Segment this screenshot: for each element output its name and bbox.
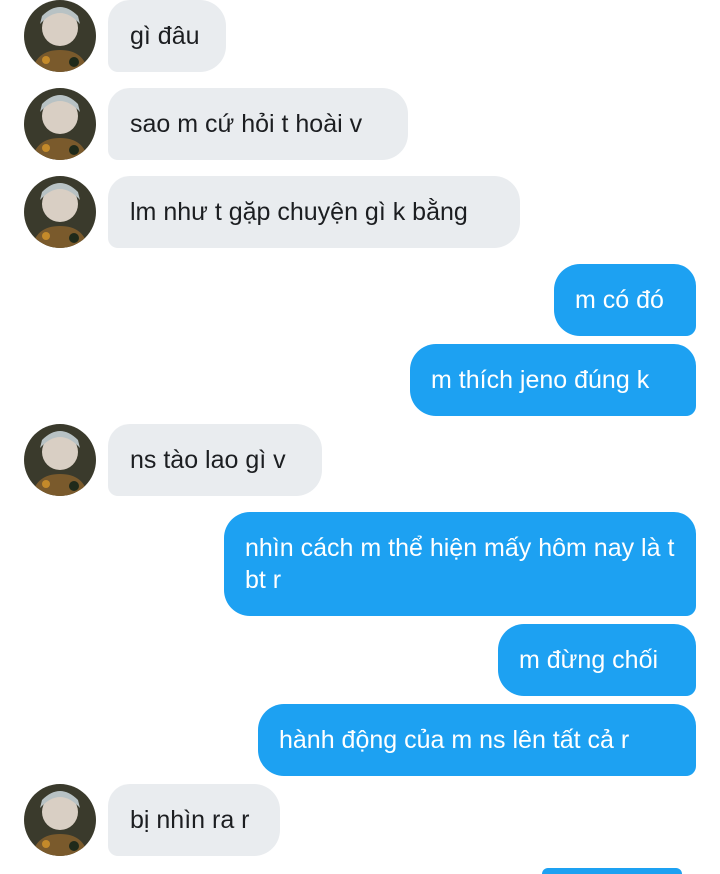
contact-avatar-icon[interactable] <box>24 0 96 72</box>
message-bubble-incoming[interactable]: bị nhìn ra r <box>108 784 280 856</box>
message-bubble-incoming[interactable]: gì đâu <box>108 0 226 72</box>
message-text: ns tào lao gì v <box>130 446 286 474</box>
contact-avatar-icon[interactable] <box>24 784 96 856</box>
message-bubble-outgoing-partial[interactable] <box>542 868 682 874</box>
message-text: gì đâu <box>130 22 200 50</box>
message-text: m thích jeno đúng k <box>431 366 650 394</box>
message-bubble-outgoing[interactable]: nhìn cách m thể hiện mấy hôm nay là t bt… <box>224 512 696 616</box>
message-bubble-outgoing[interactable]: m có đó <box>554 264 696 336</box>
contact-avatar-icon[interactable] <box>24 424 96 496</box>
message-bubble-incoming[interactable]: ns tào lao gì v <box>108 424 322 496</box>
message-bubble-outgoing[interactable]: m thích jeno đúng k <box>410 344 696 416</box>
message-text: bị nhìn ra r <box>130 806 250 834</box>
message-text: m đừng chối <box>519 646 659 674</box>
message-text: nhìn cách m thể hiện mấy hôm nay là t bt… <box>245 534 675 594</box>
message-text: m có đó <box>575 286 664 314</box>
message-bubble-outgoing[interactable]: m đừng chối <box>498 624 696 696</box>
message-bubble-outgoing[interactable]: hành động của m ns lên tất cả r <box>258 704 696 776</box>
contact-avatar-icon[interactable] <box>24 88 96 160</box>
message-text: lm như t gặp chuyện gì k bằng <box>130 198 468 226</box>
message-text: hành động của m ns lên tất cả r <box>279 726 630 754</box>
contact-avatar-icon[interactable] <box>24 176 96 248</box>
message-bubble-incoming[interactable]: sao m cứ hỏi t hoài v <box>108 88 408 160</box>
message-bubble-incoming[interactable]: lm như t gặp chuyện gì k bằng <box>108 176 520 248</box>
message-text: sao m cứ hỏi t hoài v <box>130 110 363 138</box>
